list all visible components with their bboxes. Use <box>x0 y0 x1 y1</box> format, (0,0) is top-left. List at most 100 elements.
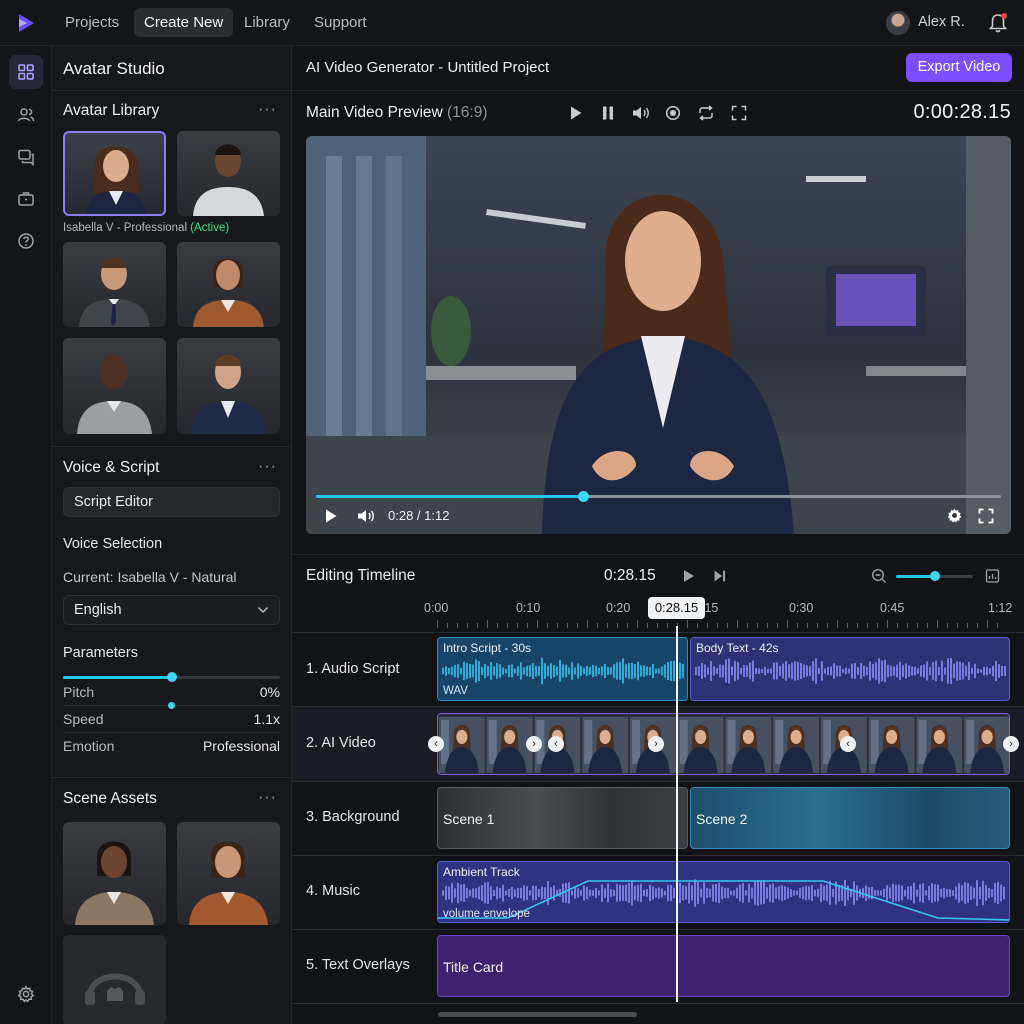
chevron-down-icon <box>257 606 269 614</box>
avatar-library-menu-icon[interactable]: ··· <box>258 101 277 119</box>
filmstrip-frame <box>677 717 724 773</box>
clip-ambient-track[interactable]: Ambient Track volume envelope <box>437 861 1010 923</box>
player-play-icon[interactable] <box>324 508 338 524</box>
ruler-tick <box>947 623 948 628</box>
ruler-tick <box>507 623 508 628</box>
chevron-left-icon[interactable]: ‹ <box>548 736 564 752</box>
chevron-right-icon[interactable]: › <box>526 736 542 752</box>
filmstrip-frame <box>439 717 485 773</box>
nav-library[interactable]: Library <box>234 8 300 37</box>
avatar[interactable] <box>886 11 910 35</box>
help-icon[interactable] <box>9 224 43 258</box>
clip-scene-1[interactable]: Scene 1 <box>437 787 688 849</box>
timeline-play-icon[interactable] <box>682 569 695 583</box>
ruler-tick <box>697 623 698 628</box>
avatar-thumb-isabella[interactable] <box>63 131 166 216</box>
pitch-slider-handle[interactable] <box>167 672 177 682</box>
scene-asset-3[interactable] <box>63 935 166 1024</box>
zoom-out-icon[interactable] <box>871 568 887 584</box>
ruler-tick <box>517 623 518 628</box>
playhead-time-label[interactable]: 0:28.15 <box>648 597 705 619</box>
waveform-view-icon[interactable] <box>985 568 1000 584</box>
split-marker-icon[interactable]: ‹ <box>840 736 856 752</box>
avatar-thumb-6[interactable] <box>177 338 280 434</box>
chevron-right-icon[interactable]: › <box>648 736 664 752</box>
timeline-scrollbar[interactable] <box>438 1012 637 1017</box>
play-logo-icon[interactable] <box>14 11 38 35</box>
scene-asset-2[interactable] <box>177 822 280 925</box>
loop-icon[interactable] <box>697 105 715 121</box>
language-value: English <box>74 602 122 618</box>
filmstrip-frame <box>773 717 819 773</box>
ruler-tick <box>457 623 458 628</box>
clip-body-text[interactable]: Body Text - 42s <box>690 637 1010 701</box>
zoom-slider-handle[interactable] <box>930 571 940 581</box>
scene-asset-1[interactable] <box>63 822 166 925</box>
settings-icon[interactable] <box>9 977 43 1011</box>
envelope-label: volume envelope <box>443 908 530 920</box>
chevron-right-icon[interactable]: › <box>1003 736 1019 752</box>
script-editor-field[interactable]: Script Editor <box>63 487 280 517</box>
main-area: AI Video Generator - Untitled Project Ex… <box>292 46 1024 1024</box>
language-select[interactable]: English <box>63 595 280 625</box>
divider <box>63 732 280 733</box>
top-bar: Projects Create New Library Support Alex… <box>0 0 1024 46</box>
divider <box>292 1003 1024 1004</box>
nav-create-new[interactable]: Create New <box>134 8 234 37</box>
emotion-row[interactable]: Emotion Professional <box>63 738 280 754</box>
grid-icon[interactable] <box>9 55 43 89</box>
scene-assets-menu-icon[interactable]: ··· <box>258 789 277 807</box>
player-settings-icon[interactable] <box>946 507 963 524</box>
bell-icon[interactable] <box>988 12 1008 34</box>
player-volume-icon[interactable] <box>356 508 376 524</box>
ruler-tick <box>647 623 648 628</box>
filmstrip-frame <box>582 717 628 773</box>
user-name[interactable]: Alex R. <box>918 14 965 30</box>
avatar-thumb-5[interactable] <box>63 338 166 434</box>
track-label-audio-script: 1. Audio Script <box>306 661 400 677</box>
ruler-tick <box>977 623 978 628</box>
briefcase-icon[interactable] <box>9 182 43 216</box>
chevron-left-icon[interactable]: ‹ <box>428 736 444 752</box>
play-icon[interactable] <box>569 105 583 121</box>
video-preview[interactable]: 0:28 / 1:12 <box>306 136 1011 534</box>
player-progress-handle[interactable] <box>577 491 589 502</box>
clip-title-card[interactable]: Title Card <box>437 935 1010 997</box>
ruler-label: 0:10 <box>516 601 541 615</box>
ruler-label: 0:20 <box>606 601 631 615</box>
fullscreen-icon[interactable] <box>731 105 747 121</box>
volume-icon[interactable] <box>631 105 651 121</box>
speed-slider-handle[interactable] <box>168 702 175 709</box>
record-icon[interactable] <box>665 105 681 121</box>
skip-forward-icon[interactable] <box>713 569 727 583</box>
pause-icon[interactable] <box>601 105 615 121</box>
users-icon[interactable] <box>9 98 43 132</box>
ruler-tick <box>877 623 878 628</box>
player-fullscreen-icon[interactable] <box>978 508 994 524</box>
preview-ratio: (16:9) <box>447 104 488 121</box>
current-voice: Current: Isabella V - Natural <box>63 569 237 585</box>
player-progress-bar[interactable] <box>316 491 1001 502</box>
ruler-tick <box>637 620 638 628</box>
clip-ai-video[interactable] <box>437 713 1010 775</box>
clip-scene-2[interactable]: Scene 2 <box>690 787 1010 849</box>
pitch-slider[interactable] <box>63 672 280 682</box>
export-video-button[interactable]: Export Video <box>906 53 1012 82</box>
avatar-thumb-2[interactable] <box>177 131 280 216</box>
ruler-tick <box>997 623 998 628</box>
nav-support[interactable]: Support <box>304 8 377 37</box>
voice-script-menu-icon[interactable]: ··· <box>258 458 277 476</box>
chat-icon[interactable] <box>9 140 43 174</box>
zoom-slider[interactable] <box>896 571 973 581</box>
pitch-label: Pitch <box>63 684 95 700</box>
avatar-thumb-3[interactable] <box>63 242 166 327</box>
waveform <box>695 657 1006 685</box>
parameters-title: Parameters <box>63 645 138 661</box>
ruler-tick <box>707 623 708 628</box>
ruler-tick <box>607 623 608 628</box>
clip-intro-script[interactable]: Intro Script - 30s WAV <box>437 637 688 701</box>
ruler-tick <box>757 623 758 628</box>
avatar-thumb-4[interactable] <box>177 242 280 327</box>
playhead-line[interactable] <box>676 626 678 1002</box>
nav-projects[interactable]: Projects <box>55 8 129 37</box>
